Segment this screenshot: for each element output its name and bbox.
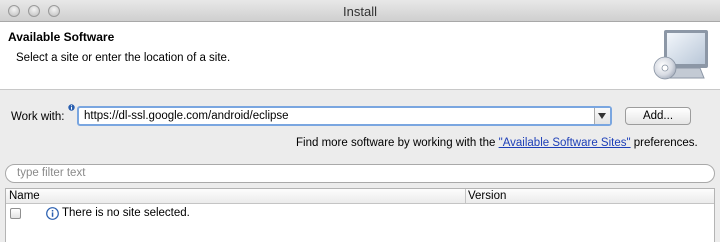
find-more-text: Find more software by working with the "… [296,137,698,149]
software-table[interactable]: Name Version There is no site selected. [5,188,715,242]
find-more-suffix: preferences. [630,137,698,149]
wizard-header: Available Software Select a site or ente… [0,22,720,90]
filter-placeholder: type filter text [17,167,86,179]
column-header-version[interactable]: Version [468,190,506,202]
filter-input[interactable]: type filter text [5,164,715,183]
row-checkbox[interactable] [10,208,21,219]
add-site-button[interactable]: Add... [625,107,691,125]
available-software-sites-link[interactable]: "Available Software Sites" [499,137,631,149]
table-row[interactable]: There is no site selected. [6,205,714,223]
info-decoration-icon [68,104,75,111]
page-description: Select a site or enter the location of a… [16,52,231,64]
work-with-combo[interactable]: https://dl-ssl.google.com/android/eclips… [77,106,612,126]
table-header: Name Version [6,189,714,204]
find-more-prefix: Find more software by working with the [296,137,499,149]
install-software-icon [653,30,708,80]
column-divider[interactable] [465,189,466,204]
chevron-down-icon [598,113,606,119]
work-with-label: Work with: [11,111,65,123]
work-with-input[interactable]: https://dl-ssl.google.com/android/eclips… [84,110,289,122]
info-icon [46,207,59,220]
window-title: Install [343,4,377,19]
no-site-message: There is no site selected. [62,207,190,219]
page-title: Available Software [8,30,115,44]
title-bar: Install [0,0,720,22]
column-header-name[interactable]: Name [9,190,40,202]
combo-dropdown-button[interactable] [594,108,610,124]
